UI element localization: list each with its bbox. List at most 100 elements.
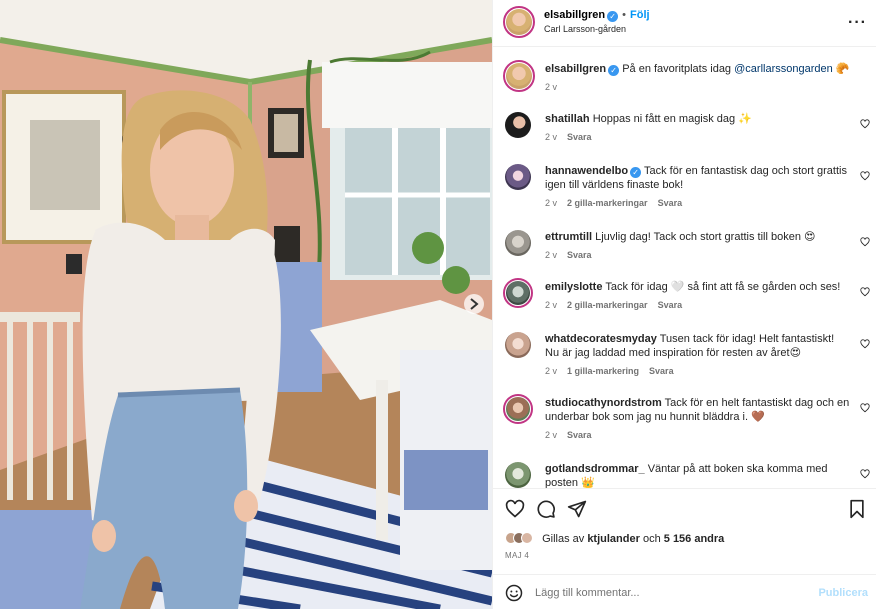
comment-text: ettrumtill Ljuvlig dag! Tack och stort g… — [545, 230, 850, 244]
verified-badge-icon: ✓ — [630, 167, 642, 178]
caption-text: elsabillgren ✓ På en favoritplats idag @c… — [545, 62, 850, 76]
comment-body: Ljuvlig dag! Tack och stort grattis till… — [595, 231, 816, 243]
liker-avatar — [521, 532, 533, 544]
post-photo — [0, 0, 492, 609]
comment-avatar[interactable] — [503, 394, 533, 424]
heart-icon[interactable] — [860, 339, 870, 349]
comment-text: shatillah Hoppas ni fått en magisk dag ✨ — [545, 112, 850, 126]
reply-button[interactable]: Svara — [567, 250, 592, 260]
comment-item: gotlandsdrommar_ Väntar på att boken ska… — [493, 460, 876, 488]
emoji-icon[interactable] — [505, 584, 523, 602]
post-actions: Gillas av ktjulander och 5 156 andra MAJ… — [493, 488, 876, 609]
caption-mention[interactable]: @carllarssongarden — [734, 63, 833, 75]
reply-button[interactable]: Svara — [567, 132, 592, 142]
comment-username[interactable]: ettrumtill — [545, 231, 592, 243]
comment-avatar[interactable] — [505, 230, 531, 256]
caption-body: På en favoritplats idag — [622, 63, 732, 75]
caption-username[interactable]: elsabillgren — [545, 63, 606, 75]
comment-username[interactable]: emilyslotte — [545, 281, 602, 293]
likes-user[interactable]: ktjulander — [587, 533, 640, 545]
comment-avatar-image — [506, 281, 530, 305]
post-header: elsabillgren ✓ • Följ Carl Larsson-gården ·… — [493, 0, 876, 47]
comment-username[interactable]: hannawendelbo — [545, 165, 628, 177]
heart-icon[interactable] — [860, 287, 870, 297]
comment-like-count[interactable]: 2 gilla-markeringar — [567, 300, 648, 310]
comment-meta: 2 v 2 gilla-markeringar Svara — [545, 300, 692, 310]
caption-avatar[interactable] — [503, 60, 535, 92]
comment-icon[interactable] — [536, 499, 556, 519]
more-options-icon[interactable]: ··· — [848, 14, 867, 32]
separator-dot: • — [622, 9, 626, 21]
comment-avatar[interactable] — [505, 112, 531, 138]
reply-button[interactable]: Svara — [567, 430, 592, 440]
author-avatar-image — [506, 9, 532, 35]
comment-body: Hoppas ni fått en magisk dag ✨ — [592, 113, 752, 125]
post-caption: elsabillgren ✓ På en favoritplats idag @c… — [493, 58, 876, 100]
comment-text: emilyslotte Tack för idag 🤍 så fint att … — [545, 280, 850, 294]
reply-button[interactable]: Svara — [649, 366, 674, 376]
comment-avatar[interactable] — [503, 278, 533, 308]
photo-illustration — [0, 0, 492, 609]
comment-text: gotlandsdrommar_ Väntar på att boken ska… — [545, 462, 850, 488]
comment-time: 2 v — [545, 300, 558, 310]
comment-item: hannawendelbo ✓ Tack för en fantastisk da… — [493, 162, 876, 218]
comment-username[interactable]: studiocathynordstrom — [545, 397, 662, 409]
comment-item: studiocathynordstrom Tack för en helt fa… — [493, 394, 876, 450]
comment-time: 2 v — [545, 198, 558, 208]
comment-like-count[interactable]: 1 gilla-markering — [567, 366, 639, 376]
comment-item: emilyslotte Tack för idag 🤍 så fint att … — [493, 278, 876, 318]
add-comment-bar: Publicera — [493, 574, 876, 609]
comment-username[interactable]: shatillah — [545, 113, 590, 125]
caption-avatar-image — [506, 63, 532, 89]
comment-username[interactable]: whatdecoratesmyday — [545, 333, 657, 345]
comment-item: ettrumtill Ljuvlig dag! Tack och stort g… — [493, 228, 876, 268]
likes-summary: Gillas av ktjulander och 5 156 andra — [505, 532, 724, 545]
comment-meta: 2 v Svara — [545, 132, 602, 142]
bookmark-icon[interactable] — [847, 499, 867, 519]
comment-meta: 2 v 2 gilla-markeringar Svara — [545, 198, 692, 208]
comment-time: 2 v — [545, 250, 558, 260]
heart-icon[interactable] — [505, 499, 525, 519]
heart-icon[interactable] — [860, 119, 870, 129]
heart-icon[interactable] — [860, 237, 870, 247]
post-details-panel: elsabillgren ✓ • Följ Carl Larsson-gården ·… — [492, 0, 876, 609]
heart-icon[interactable] — [860, 469, 870, 479]
reply-button[interactable]: Svara — [658, 300, 683, 310]
likes-middle: och — [642, 533, 661, 545]
caption-meta: 2 v — [545, 82, 567, 92]
reply-button[interactable]: Svara — [658, 198, 683, 208]
comment-time: 2 v — [545, 132, 558, 142]
follow-button[interactable]: Följ — [630, 9, 650, 21]
likes-count[interactable]: 5 156 andra — [664, 533, 725, 545]
comment-input[interactable] — [535, 582, 805, 604]
comment-text: hannawendelbo ✓ Tack för en fantastisk da… — [545, 164, 850, 192]
verified-badge-icon: ✓ — [608, 65, 620, 76]
post-date: MAJ 4 — [505, 551, 530, 560]
heart-icon[interactable] — [860, 171, 870, 181]
likes-prefix: Gillas av — [542, 533, 585, 545]
comment-text: whatdecoratesmyday Tusen tack för idag! … — [545, 332, 850, 360]
comment-avatar[interactable] — [505, 462, 531, 488]
comment-like-count[interactable]: 2 gilla-markeringar — [567, 198, 648, 208]
comment-text: studiocathynordstrom Tack för en helt fa… — [545, 396, 850, 424]
comment-time: 2 v — [545, 430, 558, 440]
verified-badge-icon: ✓ — [607, 11, 619, 22]
post-location[interactable]: Carl Larsson-gården — [544, 24, 626, 34]
comment-item: whatdecoratesmyday Tusen tack för idag! … — [493, 330, 876, 386]
share-icon[interactable] — [567, 499, 587, 519]
publish-button[interactable]: Publicera — [818, 587, 868, 599]
comment-meta: 2 v Svara — [545, 430, 602, 440]
comment-avatar[interactable] — [505, 332, 531, 358]
comment-meta: 2 v Svara — [545, 250, 602, 260]
heart-icon[interactable] — [860, 403, 870, 413]
author-username[interactable]: elsabillgren — [544, 9, 605, 21]
comment-avatar[interactable] — [505, 164, 531, 190]
comment-username[interactable]: gotlandsdrommar_ — [545, 463, 645, 475]
comment-avatar-image — [506, 397, 530, 421]
header-title-row: elsabillgren ✓ • Följ — [544, 9, 650, 22]
caption-time: 2 v — [545, 82, 558, 92]
comment-item: shatillah Hoppas ni fått en magisk dag ✨… — [493, 110, 876, 150]
comments-list[interactable]: elsabillgren ✓ På en favoritplats idag @c… — [493, 48, 876, 488]
author-avatar[interactable] — [503, 6, 535, 38]
comment-body: Tack för idag 🤍 så fint att få se gården… — [605, 281, 841, 293]
